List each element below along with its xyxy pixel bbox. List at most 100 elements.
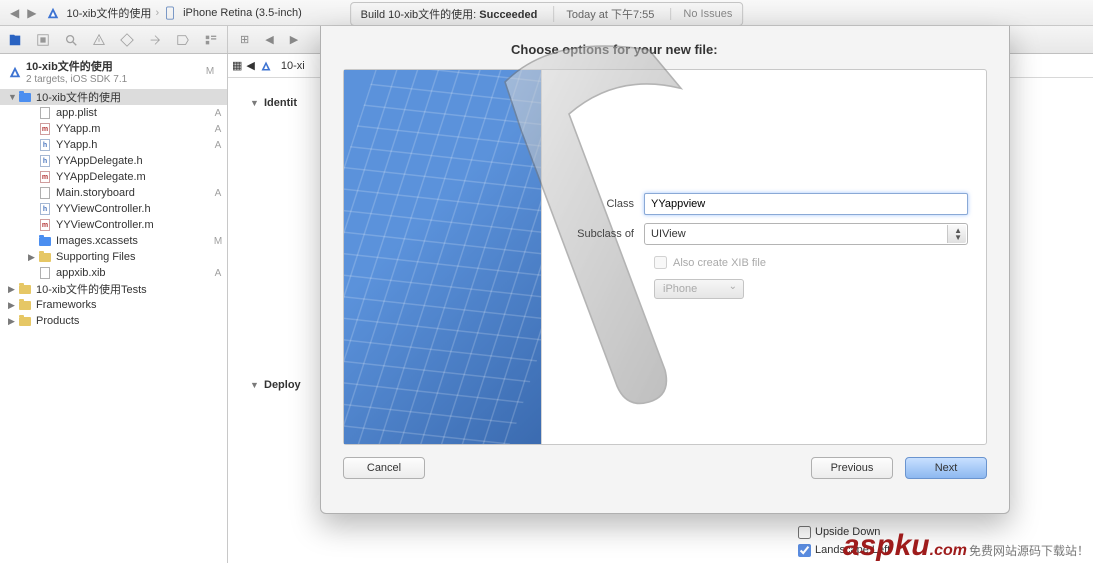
class-label: Class bbox=[558, 198, 644, 210]
jump-bar-item: 10-xi bbox=[281, 60, 305, 72]
previous-button[interactable]: Previous bbox=[811, 457, 893, 479]
section-label: Deploy bbox=[264, 379, 301, 391]
file-label: Products bbox=[36, 315, 213, 327]
tree-row[interactable]: hYYapp.hA bbox=[0, 137, 227, 153]
landscape-left-checkbox[interactable] bbox=[798, 544, 811, 557]
file-icon bbox=[38, 106, 52, 120]
related-items-icon[interactable]: ⊞ bbox=[236, 33, 253, 46]
subclass-value: UIView bbox=[651, 228, 686, 240]
forward-arrow[interactable]: ▶ bbox=[23, 4, 40, 22]
tree-row[interactable]: ▶Frameworks bbox=[0, 297, 227, 313]
history-arrows: ◀ ▶ bbox=[6, 4, 40, 22]
also-xib-label: Also create XIB file bbox=[673, 257, 766, 269]
related-icon[interactable]: ▦ bbox=[232, 59, 242, 72]
project-root[interactable]: 10-xib文件的使用 2 targets, iOS SDK 7.1 M bbox=[0, 54, 227, 89]
upside-down-checkbox[interactable] bbox=[798, 526, 811, 539]
file-icon bbox=[38, 266, 52, 280]
subclass-combo[interactable]: UIView ▲▼ bbox=[644, 223, 968, 245]
next-nav-icon[interactable]: ▶ bbox=[286, 33, 302, 46]
folder-icon bbox=[18, 314, 32, 328]
issues-count: No Issues bbox=[670, 8, 732, 20]
test-navigator-icon[interactable] bbox=[120, 33, 134, 47]
tree-row[interactable]: ▶ 10-xib文件的使用Tests bbox=[0, 281, 227, 297]
file-label: YYapp.m bbox=[56, 123, 213, 135]
file-icon bbox=[38, 186, 52, 200]
template-artwork bbox=[344, 70, 542, 444]
folder-icon bbox=[38, 250, 52, 264]
back-arrow[interactable]: ◀ bbox=[6, 4, 23, 22]
cancel-button[interactable]: Cancel bbox=[343, 457, 425, 479]
device-icon bbox=[163, 6, 177, 20]
tree-row[interactable]: Main.storyboardA bbox=[0, 185, 227, 201]
updown-caret-icon: ▲▼ bbox=[954, 227, 962, 241]
objc-impl-icon: m bbox=[38, 170, 52, 184]
file-label: Supporting Files bbox=[56, 251, 213, 263]
vcs-flag: A bbox=[213, 268, 227, 279]
breakpoint-navigator-icon[interactable] bbox=[176, 33, 190, 47]
class-input[interactable] bbox=[644, 193, 968, 215]
prev-nav-icon[interactable]: ◀ bbox=[261, 33, 277, 46]
breadcrumb-device: iPhone Retina (3.5-inch) bbox=[183, 7, 302, 19]
vcs-flag: A bbox=[213, 140, 227, 151]
tree-row[interactable]: appxib.xibA bbox=[0, 265, 227, 281]
next-button[interactable]: Next bbox=[905, 457, 987, 479]
disclosure-triangle-icon[interactable]: ▼ bbox=[250, 98, 260, 108]
file-label: YYAppDelegate.h bbox=[56, 155, 213, 167]
tree-row[interactable]: mYYAppDelegate.m bbox=[0, 169, 227, 185]
project-navigator-icon[interactable] bbox=[8, 33, 22, 47]
tree-row[interactable]: m YYapp.mA bbox=[0, 121, 227, 137]
file-label: 10-xib文件的使用 bbox=[36, 89, 213, 105]
tree-row[interactable]: m YYViewController.m bbox=[0, 217, 227, 233]
issue-navigator-icon[interactable] bbox=[92, 33, 106, 47]
disclosure-triangle-icon[interactable]: ▶ bbox=[8, 300, 18, 311]
file-label: YYapp.h bbox=[56, 139, 213, 151]
project-navigator[interactable]: 10-xib文件的使用 2 targets, iOS SDK 7.1 M ▼ 10… bbox=[0, 54, 228, 563]
breadcrumb[interactable]: 10-xib文件的使用 › iPhone Retina (3.5-inch) bbox=[46, 5, 301, 21]
sheet-title: Choose options for your new file: bbox=[321, 26, 1009, 69]
debug-navigator-icon[interactable] bbox=[148, 33, 162, 47]
header-file-icon: h bbox=[38, 154, 52, 168]
disclosure-triangle-icon[interactable]: ▶ bbox=[28, 252, 38, 263]
disclosure-triangle-icon[interactable]: ▶ bbox=[8, 284, 18, 295]
tree-row[interactable]: ▼ 10-xib文件的使用 bbox=[0, 89, 227, 105]
tree-row[interactable]: hYYViewController.h bbox=[0, 201, 227, 217]
build-time: Today at 下午7:55 bbox=[553, 6, 654, 22]
tree-row[interactable]: h YYAppDelegate.h bbox=[0, 153, 227, 169]
file-label: Images.xcassets bbox=[56, 235, 213, 247]
file-label: 10-xib文件的使用Tests bbox=[36, 281, 213, 297]
watermark-cn: 免费网站源码下载站！ bbox=[969, 542, 1089, 559]
tree-row[interactable]: Images.xcassetsM bbox=[0, 233, 227, 249]
vcs-flag: A bbox=[213, 108, 227, 119]
disclosure-triangle-icon[interactable]: ▶ bbox=[8, 316, 18, 327]
objc-impl-icon: m bbox=[38, 122, 52, 136]
file-label: app.plist bbox=[56, 107, 213, 119]
vcs-flag: M bbox=[205, 66, 219, 77]
watermark-tld: .com bbox=[930, 542, 967, 560]
tree-row[interactable]: ▶ Products bbox=[0, 313, 227, 329]
xcode-project-icon bbox=[8, 65, 22, 79]
disclosure-triangle-icon[interactable]: ▼ bbox=[8, 92, 18, 102]
file-label: YYViewController.m bbox=[56, 219, 213, 231]
file-label: appxib.xib bbox=[56, 267, 213, 279]
find-navigator-icon[interactable] bbox=[64, 33, 78, 47]
chevron-left-icon[interactable]: ◀ bbox=[246, 59, 254, 72]
report-navigator-icon[interactable] bbox=[204, 33, 218, 47]
build-label: Build 10-xib文件的使用: bbox=[361, 9, 477, 21]
folder-icon bbox=[18, 298, 32, 312]
tree-row[interactable]: app.plistA bbox=[0, 105, 227, 121]
section-label: Identit bbox=[264, 97, 297, 109]
folder-icon bbox=[38, 234, 52, 248]
folder-icon bbox=[18, 282, 32, 296]
chevron-right-icon: › bbox=[155, 7, 159, 19]
objc-impl-icon: m bbox=[38, 218, 52, 232]
disclosure-triangle-icon[interactable]: ▼ bbox=[250, 380, 260, 390]
xcode-project-icon bbox=[259, 59, 273, 73]
file-label: YYViewController.h bbox=[56, 203, 213, 215]
xcode-project-icon bbox=[46, 6, 60, 20]
vcs-flag: A bbox=[213, 188, 227, 199]
symbol-navigator-icon[interactable] bbox=[36, 33, 50, 47]
top-breadcrumb-bar: ◀ ▶ 10-xib文件的使用 › iPhone Retina (3.5-inc… bbox=[0, 0, 1093, 26]
build-result: Succeeded bbox=[479, 9, 537, 21]
tree-row[interactable]: ▶ Supporting Files bbox=[0, 249, 227, 265]
vcs-flag: A bbox=[213, 124, 227, 135]
